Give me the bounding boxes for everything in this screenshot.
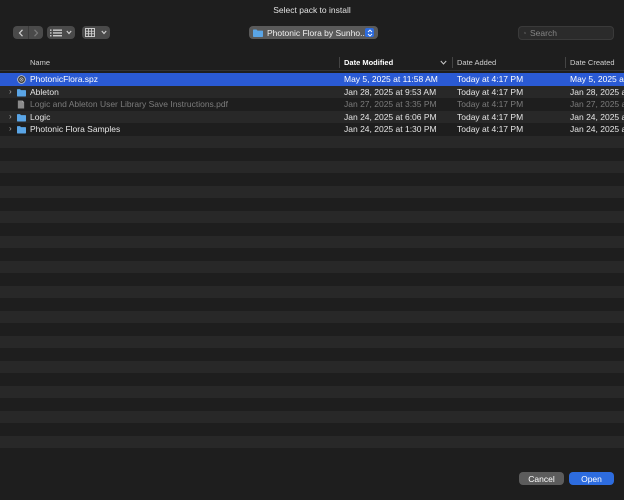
empty-row [0, 435, 624, 448]
chevron-down-icon [66, 30, 72, 35]
file-date-modified: May 5, 2025 at 11:58 AM [344, 74, 438, 84]
empty-row [0, 323, 624, 336]
file-row[interactable]: › Photonic Flora Samples Jan 24, 2025 at 1… [0, 123, 624, 136]
empty-row [0, 135, 624, 148]
grid-view-icon [85, 28, 95, 37]
chevron-left-icon [18, 28, 23, 37]
forward-button[interactable] [28, 26, 43, 39]
empty-row [0, 398, 624, 411]
pdf-file-icon [17, 100, 26, 109]
search-icon [524, 32, 526, 34]
file-date-added: Today at 4:17 PM [457, 124, 524, 134]
up-down-chevron-icon [365, 28, 374, 37]
file-name: Photonic Flora Samples [30, 124, 121, 134]
file-name: Logic and Ableton User Library Save Inst… [30, 99, 228, 109]
empty-row [0, 348, 624, 361]
file-row: Logic and Ableton User Library Save Inst… [0, 98, 624, 111]
column-divider[interactable] [339, 57, 340, 68]
empty-row [0, 360, 624, 373]
file-name: PhotonicFlora.spz [30, 74, 99, 84]
empty-row [0, 310, 624, 323]
empty-row [0, 248, 624, 261]
file-row[interactable]: › Ableton Jan 28, 2025 at 9:53 AM Today at … [0, 85, 624, 99]
open-button[interactable]: Open [569, 472, 614, 485]
empty-row [0, 210, 624, 223]
empty-row [0, 298, 624, 311]
column-date-created[interactable]: Date Created [570, 54, 615, 71]
empty-row [0, 173, 624, 186]
file-row[interactable]: PhotonicFlora.spz May 5, 2025 at 11:58 AM… [0, 73, 624, 86]
location-label: Photonic Flora by Sunho... [267, 27, 365, 38]
column-date-added[interactable]: Date Added [457, 54, 496, 71]
file-date-modified: Jan 24, 2025 at 6:06 PM [344, 111, 437, 122]
empty-row [0, 373, 624, 386]
file-date-modified: Jan 27, 2025 at 3:35 PM [344, 99, 437, 109]
empty-row [0, 410, 624, 423]
dialog-footer: Cancel Open [0, 458, 624, 500]
empty-row [0, 185, 624, 198]
empty-row [0, 198, 624, 211]
file-row[interactable]: › Logic Jan 24, 2025 at 6:06 PM Today at 4:… [0, 110, 624, 124]
back-button[interactable] [13, 26, 28, 39]
folder-icon [253, 29, 263, 37]
empty-row [0, 223, 624, 236]
empty-row [0, 273, 624, 286]
list-view-icon [50, 29, 62, 36]
file-name: Logic [30, 111, 51, 122]
empty-row [0, 335, 624, 348]
folder-icon [17, 113, 26, 122]
chevron-right-icon [34, 28, 39, 37]
cancel-button[interactable]: Cancel [519, 472, 564, 485]
empty-row [0, 385, 624, 398]
empty-row [0, 423, 624, 436]
file-date-modified: Jan 24, 2025 at 1:30 PM [344, 124, 437, 134]
file-date-added: Today at 4:17 PM [457, 86, 524, 97]
column-divider[interactable] [452, 57, 453, 68]
folder-icon [17, 88, 26, 97]
disclosure-chevron-icon[interactable]: › [9, 123, 12, 136]
file-date-modified: Jan 28, 2025 at 9:53 AM [344, 86, 437, 97]
file-name: Ableton [30, 86, 59, 97]
sort-descending-icon [440, 60, 447, 65]
empty-row [0, 148, 624, 161]
folder-icon [17, 125, 26, 134]
empty-row [0, 160, 624, 173]
disclosure-chevron-icon[interactable]: › [9, 86, 12, 99]
file-date-created: Jan 24, 2025 at [570, 124, 624, 134]
pack-file-icon [17, 75, 26, 84]
file-date-created: Jan 27, 2025 at [570, 99, 624, 109]
location-popup[interactable]: Photonic Flora by Sunho... [249, 26, 378, 39]
chevron-down-icon [101, 30, 107, 35]
search-field[interactable] [518, 26, 614, 40]
file-date-added: Today at 4:17 PM [457, 111, 524, 122]
empty-row [0, 235, 624, 248]
empty-row [0, 285, 624, 298]
file-list[interactable]: PhotonicFlora.spz May 5, 2025 at 11:58 AM… [0, 73, 624, 458]
search-input[interactable] [530, 28, 608, 38]
file-date-added: Today at 4:17 PM [457, 74, 524, 84]
file-date-created: Jan 24, 2025 at [570, 111, 624, 122]
empty-row [0, 448, 624, 458]
nav-button-group [13, 26, 43, 39]
file-date-created: Jan 28, 2025 at [570, 86, 624, 97]
disclosure-chevron-icon[interactable]: › [9, 111, 12, 124]
grid-view-button[interactable] [82, 26, 110, 39]
list-view-button[interactable] [47, 26, 75, 39]
column-date-modified[interactable]: Date Modified [344, 54, 393, 71]
empty-row [0, 260, 624, 273]
column-header: Name Date Modified Date Added Date Creat… [0, 54, 624, 71]
window-title: Select pack to install [273, 5, 351, 15]
column-name[interactable]: Name [30, 54, 50, 71]
file-date-added: Today at 4:17 PM [457, 99, 524, 109]
file-date-created: May 5, 2025 at [570, 74, 624, 84]
column-divider[interactable] [565, 57, 566, 68]
